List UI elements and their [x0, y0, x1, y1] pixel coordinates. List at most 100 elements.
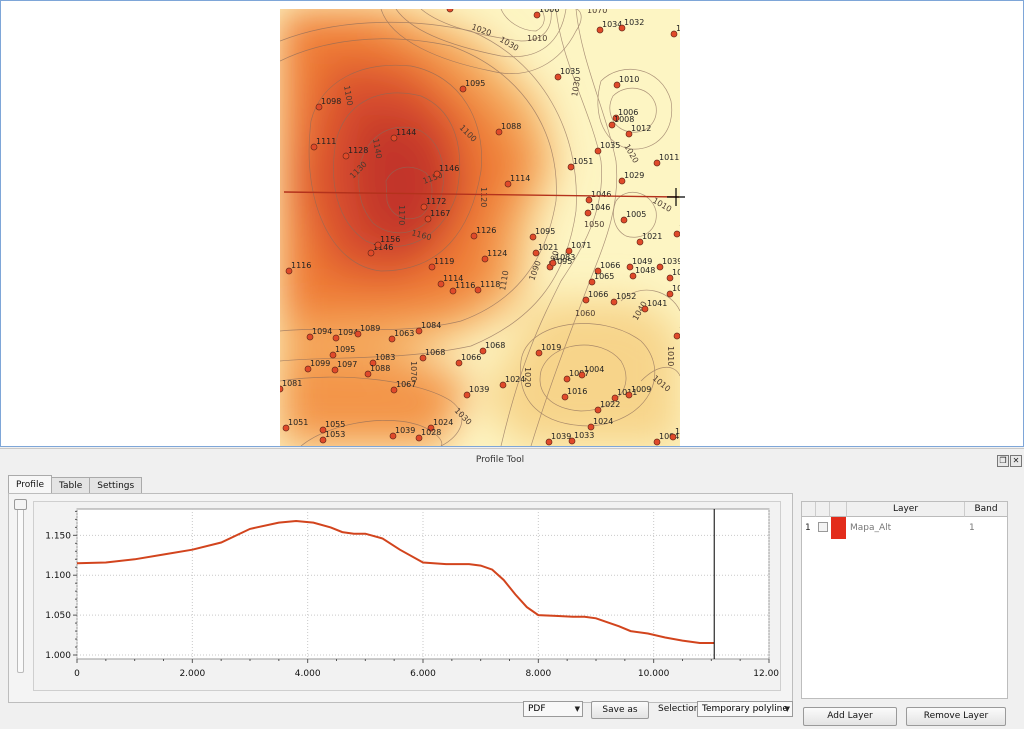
elevation-point-label: 1172	[426, 197, 446, 206]
tab-table[interactable]: Table	[50, 477, 91, 494]
elevation-point-label: 1016	[567, 387, 587, 396]
elevation-point-label: 1039	[551, 432, 571, 441]
elevation-point-label: 1088	[370, 364, 390, 373]
contour-label: 1120	[479, 187, 488, 207]
elevation-point-label: 1081	[282, 379, 302, 388]
elevation-point-label: 1167	[430, 209, 450, 218]
y-tick-label: 1.000	[45, 651, 71, 661]
elevation-point-label: 1114	[510, 174, 530, 183]
elevation-point-label: 1068	[425, 348, 445, 357]
elevation-point-label: 1084	[421, 321, 441, 330]
contour-label: 1170	[397, 205, 406, 225]
tab-bar: Profile Table Settings	[8, 475, 143, 494]
elevation-point-label: 1128	[348, 146, 368, 155]
elevation-point-label: 1024	[593, 417, 613, 426]
y-tick-label: 1.050	[45, 611, 71, 621]
contour-label: 1070	[587, 6, 607, 15]
elevation-point-label: 1118	[480, 280, 500, 289]
layer-color-swatch[interactable]	[831, 517, 846, 539]
selection-select[interactable]: Temporary polyline ▼	[697, 701, 793, 717]
elevation-point-label: 1094	[312, 327, 332, 336]
elevation-point-label: 1010	[619, 75, 639, 84]
export-format-value: PDF	[528, 704, 546, 714]
x-tick-label: 6.000	[410, 669, 436, 679]
contour-label: 1010	[527, 34, 547, 43]
x-tick-label: 0	[74, 669, 80, 679]
tab-profile[interactable]: Profile	[8, 475, 52, 494]
layers-table: Layer Band 1 Mapa_Alt 1	[801, 501, 1008, 699]
elevation-point-label: 1039	[672, 284, 692, 293]
elevation-point-label: 1048	[635, 266, 655, 275]
elevation-point-label: 1028	[421, 428, 441, 437]
elevation-point-label: 1024	[505, 375, 525, 384]
elevation-point-label: 1008	[614, 115, 634, 124]
elevation-point-label: 1041	[647, 299, 667, 308]
restore-icon[interactable]: ❐	[997, 455, 1009, 467]
elevation-point-label: 1089	[360, 324, 380, 333]
y-tick-label: 1.100	[45, 571, 71, 581]
chevron-down-icon: ▼	[574, 705, 580, 713]
elevation-point-label: 1021	[538, 243, 558, 252]
elevation-point-label: 1012	[452, 1, 472, 8]
elevation-point-label: 1088	[501, 122, 521, 131]
elevation-point-label: 1024	[433, 418, 453, 427]
elevation-map[interactable]: 110011401130 1150112011701160110010201030…	[1, 1, 1023, 446]
elevation-point-label: 1009	[679, 326, 699, 335]
x-tick-label: 2.000	[179, 669, 205, 679]
tab-settings[interactable]: Settings	[89, 477, 143, 494]
add-layer-button[interactable]: Add Layer	[803, 707, 897, 726]
elevation-point-label: 1066	[588, 290, 608, 299]
elevation-point-label: 1007	[675, 427, 695, 436]
elevation-point-label: 1049	[632, 257, 652, 266]
elevation-point-label: 1011	[659, 153, 679, 162]
elevation-point-label: 1111	[316, 137, 336, 146]
elevation-point-label: 1066	[600, 261, 620, 270]
close-icon[interactable]: ✕	[1010, 455, 1022, 467]
layers-header-layer[interactable]: Layer	[847, 502, 965, 517]
elevation-point-label: 1083	[375, 353, 395, 362]
save-as-button[interactable]: Save as	[591, 701, 649, 719]
elevation-point-label: 1005	[626, 210, 646, 219]
elevation-point-label: 1095	[535, 227, 555, 236]
elevation-point-label: 1083	[555, 253, 575, 262]
elevation-point-label: 1051	[573, 157, 593, 166]
elevation-point-label: 1052	[616, 292, 636, 301]
elevation-point-label: 1124	[487, 249, 507, 258]
elevation-point-label: 1032	[624, 18, 644, 27]
elevation-point-label: 1014	[679, 224, 699, 233]
vertical-slider[interactable]	[17, 501, 24, 673]
elevation-point-label: 1039	[662, 257, 682, 266]
elevation-point-label: 1065	[594, 272, 614, 281]
elevation-point-label: 1035	[560, 67, 580, 76]
panel-title: Profile Tool	[475, 455, 525, 465]
elevation-point-label: 1046	[590, 203, 610, 212]
layer-band: 1	[969, 523, 975, 533]
elevation-point-label: 1126	[476, 226, 496, 235]
layers-col-visible	[816, 502, 830, 517]
elevation-point-label: 1018	[676, 24, 696, 33]
map-canvas[interactable]: 1100 1140 1130 1150 1120 1170 1160 1100 1020 1030…	[0, 0, 1024, 447]
elevation-point-label: 1095	[465, 79, 485, 88]
elevation-point-label: 1039	[469, 385, 489, 394]
export-format-select[interactable]: PDF ▼	[523, 701, 583, 717]
profile-chart[interactable]: 0 2.000 4.000 6.000 8.000 10.000 12.000 1.000 1.…	[33, 501, 779, 689]
elevation-point-label: 1097	[337, 360, 357, 369]
layers-col-index	[802, 502, 816, 517]
elevation-point-label: 1022	[600, 400, 620, 409]
elevation-point-label: 1036	[672, 268, 692, 277]
elevation-point-label: 1039	[395, 426, 415, 435]
elevation-point-label: 1119	[434, 257, 454, 266]
elevation-point-label: 1012	[631, 124, 651, 133]
elevation-point-label: 1009	[631, 385, 651, 394]
elevation-point-label: 1004	[584, 365, 604, 374]
elevation-point-label: 1116	[455, 281, 475, 290]
remove-layer-button[interactable]: Remove Layer	[906, 707, 1006, 726]
x-tick-label: 8.000	[525, 669, 551, 679]
elevation-point-label: 1051	[288, 418, 308, 427]
layer-visible-checkbox[interactable]	[818, 522, 828, 532]
x-tick-label: 12.000	[753, 669, 779, 679]
layers-header-band[interactable]: Band	[965, 502, 1007, 517]
slider-handle[interactable]	[14, 499, 27, 510]
elevation-point-label: 1035	[600, 141, 620, 150]
row-index: 1	[805, 523, 811, 533]
